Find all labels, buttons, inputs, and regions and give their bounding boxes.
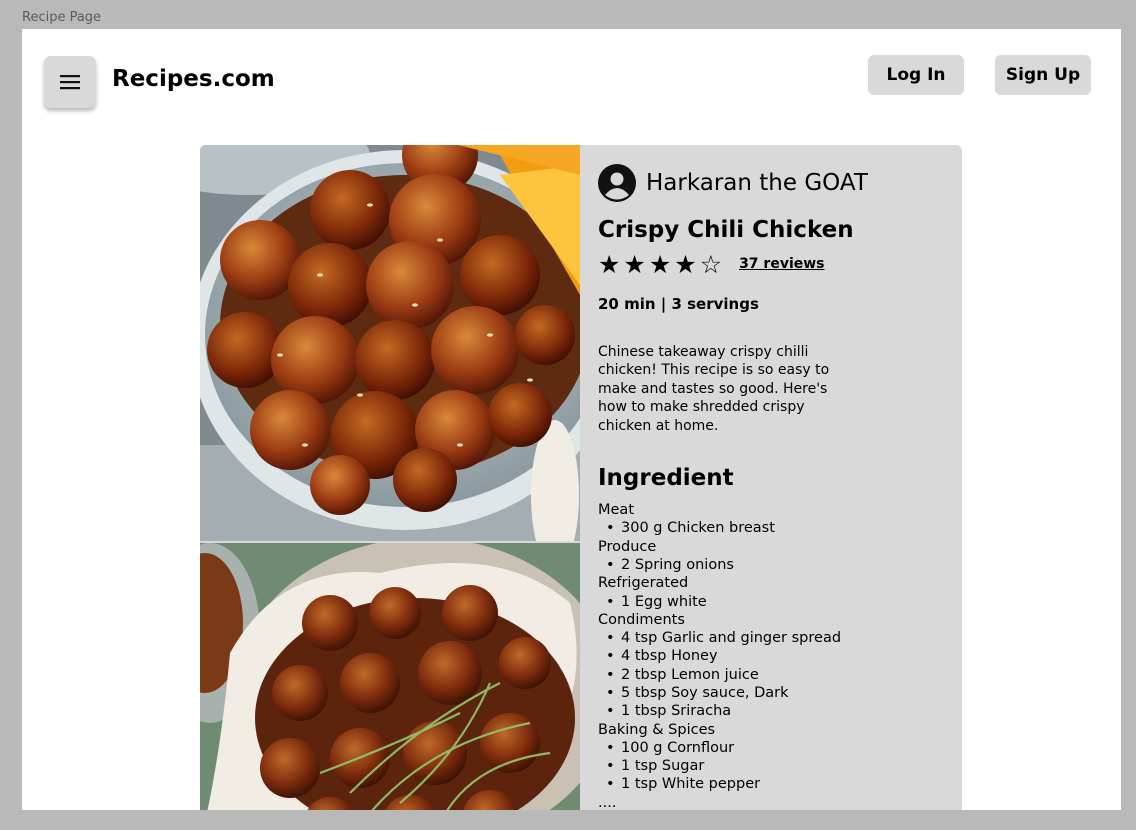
ingredient-item: 2 Spring onions	[598, 556, 948, 574]
login-button[interactable]: Log In	[868, 55, 964, 95]
recipe-photo-main	[200, 145, 580, 541]
page-canvas: Recipes.com Log In Sign Up Harkaran the …	[22, 29, 1121, 810]
author-row: Harkaran the GOAT	[598, 163, 948, 203]
more-ingredients-indicator: ....	[598, 794, 617, 810]
recipe-photo-secondary	[200, 543, 580, 810]
ingredient-item: 2 tbsp Lemon juice	[598, 666, 948, 684]
ingredient-item: 1 tsp White pepper	[598, 775, 948, 793]
star-rating[interactable]: ★★★★☆	[598, 252, 725, 277]
ingredient-group-label: Baking & Spices	[598, 721, 716, 738]
ingredient-group-label: Condiments	[598, 611, 685, 628]
recipe-meta: 20 min | 3 servings	[598, 295, 759, 313]
author-name[interactable]: Harkaran the GOAT	[646, 170, 868, 196]
ingredient-item: 1 tsp Sugar	[598, 757, 948, 775]
recipe-details: Harkaran the GOAT Crispy Chili Chicken ★…	[598, 163, 948, 810]
ingredient-list: Meat 300 g Chicken breast Produce 2 Spri…	[598, 501, 948, 810]
recipe-title: Crispy Chili Chicken	[598, 217, 854, 243]
ingredient-item: 4 tbsp Honey	[598, 647, 948, 665]
window-title: Recipe Page	[22, 10, 102, 25]
ingredient-group-label: Meat	[598, 502, 635, 519]
ingredient-item: 4 tsp Garlic and ginger spread	[598, 629, 948, 647]
ingredient-group-label: Produce	[598, 538, 657, 555]
ingredient-heading: Ingredient	[598, 465, 734, 492]
ingredient-group-label: Refrigerated	[598, 575, 689, 592]
ingredient-item: 5 tbsp Soy sauce, Dark	[598, 684, 948, 702]
menu-button[interactable]	[44, 56, 96, 108]
ingredient-item: 100 g Cornflour	[598, 739, 948, 757]
signup-button[interactable]: Sign Up	[995, 55, 1091, 95]
ingredient-item: 1 Egg white	[598, 593, 948, 611]
ingredient-item: 1 tbsp Sriracha	[598, 702, 948, 720]
ingredient-item: 300 g Chicken breast	[598, 519, 948, 537]
recipe-description: Chinese takeaway crispy chilli chicken! …	[598, 344, 830, 434]
recipe-card: Harkaran the GOAT Crispy Chili Chicken ★…	[200, 145, 962, 810]
reviews-link[interactable]: 37 reviews	[739, 256, 824, 272]
rating-row: ★★★★☆ 37 reviews	[598, 249, 948, 279]
hamburger-menu-icon	[60, 75, 80, 90]
site-title[interactable]: Recipes.com	[112, 66, 275, 92]
user-avatar-icon[interactable]	[598, 164, 636, 202]
